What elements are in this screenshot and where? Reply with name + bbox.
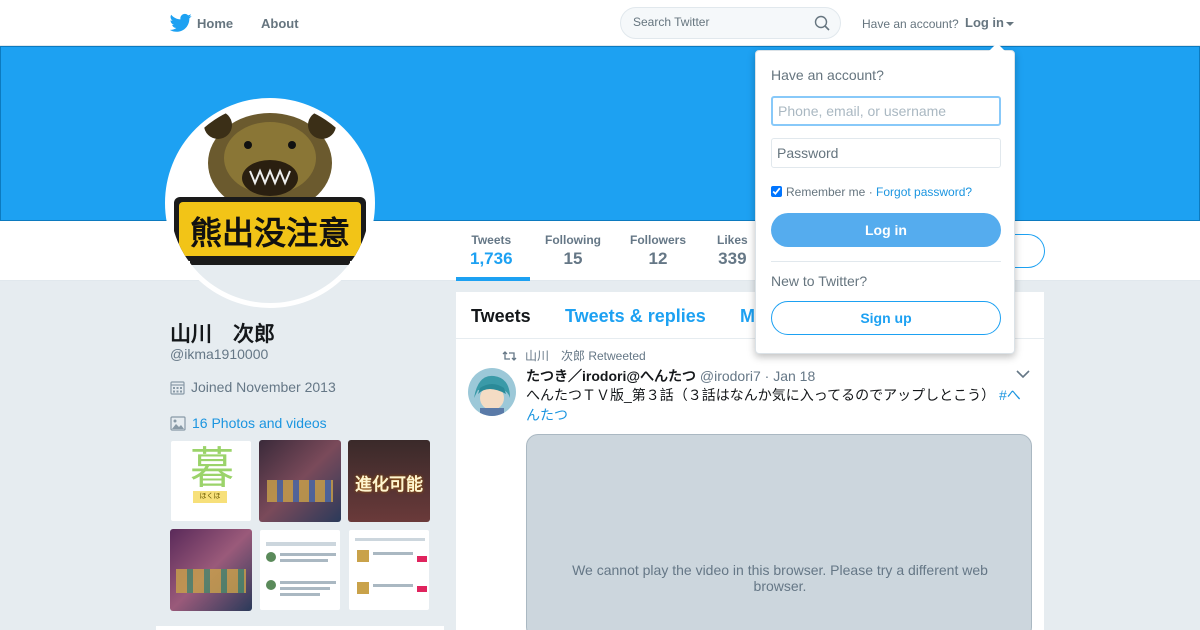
stat-label: Following bbox=[545, 233, 601, 247]
thumbnail-glyph: 進化可能 bbox=[355, 475, 423, 494]
thumbnail-line bbox=[266, 542, 336, 546]
joined-date: Joined November 2013 bbox=[170, 379, 336, 395]
divider bbox=[771, 261, 1001, 262]
calendar-icon bbox=[170, 381, 185, 395]
avatar-sign-text: 熊出没注意 bbox=[190, 214, 350, 252]
profile-handle[interactable]: @ikma1910000 bbox=[170, 346, 268, 362]
tweet-body: へんたつＴＶ版_第３話（３話はなんか気に入ってるのでアップしとこう） bbox=[526, 387, 996, 403]
login-link-label: Log in bbox=[965, 15, 1004, 30]
caret-down-icon bbox=[1006, 21, 1014, 26]
stat-value: 1,736 bbox=[470, 249, 513, 268]
author-avatar-image bbox=[468, 368, 516, 416]
media-thumbnail[interactable] bbox=[170, 529, 252, 611]
have-account-text: Have an account? bbox=[862, 17, 959, 31]
stat-tweets[interactable]: Tweets 1,736 bbox=[470, 233, 513, 269]
thumbnail-avatar bbox=[266, 580, 276, 590]
tweet-text: へんたつＴＶ版_第３話（３話はなんか気に入ってるのでアップしとこう） #へんたつ bbox=[526, 385, 1031, 425]
remember-me-label[interactable]: Remember me bbox=[786, 185, 865, 199]
thumbnail-avatar bbox=[266, 552, 276, 562]
thumbnail-badge bbox=[417, 586, 427, 592]
thumbnail-caption: ほくほ bbox=[193, 491, 227, 503]
login-dropdown: Have an account? Remember me · Forgot pa… bbox=[755, 43, 1015, 354]
thumbnail-badge bbox=[417, 556, 427, 562]
stat-value: 12 bbox=[648, 249, 668, 268]
thumbnail-line bbox=[280, 587, 330, 590]
stat-value: 15 bbox=[563, 249, 583, 268]
media-thumbnail[interactable]: 暮 ほくほ bbox=[170, 440, 252, 522]
thumbnail-line bbox=[280, 553, 336, 556]
stat-followers[interactable]: Followers 12 bbox=[630, 233, 686, 269]
stat-label: Likes bbox=[717, 233, 748, 247]
photos-videos-link[interactable]: 16 Photos and videos bbox=[170, 415, 327, 431]
password-input[interactable] bbox=[771, 138, 1001, 168]
thumbnail-line bbox=[280, 593, 320, 596]
stat-likes[interactable]: Likes 339 bbox=[717, 233, 748, 269]
video-unsupported-message: We cannot play the video in this browser… bbox=[572, 562, 988, 594]
profile-name[interactable]: 山川 次郎 bbox=[170, 318, 275, 348]
thumbnail-glyph: 暮 bbox=[190, 443, 234, 494]
username-input[interactable] bbox=[771, 96, 1001, 126]
bear-warning-logo: 熊出没注意 bbox=[170, 103, 370, 303]
media-thumbnail[interactable] bbox=[348, 529, 430, 611]
retweet-context: 山川 次郎 Retweeted bbox=[502, 347, 646, 364]
signup-button[interactable]: Sign up bbox=[771, 301, 1001, 335]
stat-label: Followers bbox=[630, 233, 687, 247]
tweet-header: たつき／irodori@へんたつ @irodori7 · Jan 18 bbox=[526, 366, 815, 386]
search-input[interactable] bbox=[633, 15, 803, 29]
search-icon[interactable] bbox=[814, 15, 830, 31]
tweet-author-avatar[interactable] bbox=[468, 368, 516, 416]
stat-label: Tweets bbox=[471, 233, 512, 247]
chevron-down-icon[interactable] bbox=[1016, 369, 1030, 379]
twitter-bird-icon[interactable] bbox=[170, 13, 192, 33]
remember-me-checkbox[interactable] bbox=[771, 186, 782, 197]
tab-media[interactable]: M bbox=[740, 306, 755, 327]
joined-text: Joined November 2013 bbox=[191, 379, 336, 395]
remember-row: Remember me · Forgot password? bbox=[771, 185, 972, 199]
login-button[interactable]: Log in bbox=[771, 213, 1001, 247]
photos-link-label: 16 Photos and videos bbox=[192, 415, 327, 431]
tab-tweets[interactable]: Tweets bbox=[471, 306, 531, 327]
search-box bbox=[620, 7, 841, 39]
thumbnail-cards bbox=[267, 480, 333, 502]
top-nav: Home About Have an account? Log in bbox=[0, 0, 1200, 46]
dropdown-caret bbox=[989, 43, 1005, 51]
dropdown-title: Have an account? bbox=[771, 67, 884, 83]
profile-avatar[interactable]: 熊出没注意 bbox=[165, 98, 375, 308]
photo-icon bbox=[170, 416, 186, 431]
tab-tweets-replies[interactable]: Tweets & replies bbox=[565, 306, 706, 327]
forgot-password-link[interactable]: Forgot password? bbox=[876, 185, 972, 199]
thumbnail-line bbox=[280, 559, 328, 562]
login-dropdown-toggle[interactable]: Log in bbox=[965, 15, 1014, 30]
retweet-text[interactable]: 山川 次郎 Retweeted bbox=[525, 349, 646, 363]
left-module-edge bbox=[156, 626, 444, 630]
stat-value: 339 bbox=[718, 249, 747, 268]
tweet-author-handle[interactable]: @irodori7 bbox=[700, 368, 761, 384]
stat-following[interactable]: Following 15 bbox=[545, 233, 601, 269]
thumbnail-cards bbox=[176, 569, 246, 593]
new-to-twitter-text: New to Twitter? bbox=[771, 273, 868, 289]
separator: · bbox=[865, 185, 877, 199]
nav-home-link[interactable]: Home bbox=[197, 16, 233, 31]
video-player[interactable]: We cannot play the video in this browser… bbox=[526, 434, 1032, 630]
thumbnail-line bbox=[373, 584, 413, 587]
thumbnail-image bbox=[357, 550, 369, 562]
nav-about-link[interactable]: About bbox=[261, 16, 299, 31]
media-thumbnail[interactable]: 進化可能 bbox=[348, 440, 430, 522]
tweet-author-name[interactable]: たつき／irodori@へんたつ bbox=[526, 368, 696, 384]
active-tab-underline bbox=[456, 277, 530, 281]
thumbnail-line bbox=[373, 552, 413, 555]
thumbnail-image bbox=[357, 582, 369, 594]
retweet-icon bbox=[502, 351, 517, 361]
thumbnail-line bbox=[355, 538, 425, 541]
media-thumbnail[interactable] bbox=[259, 529, 341, 611]
thumbnail-line bbox=[280, 581, 336, 584]
media-thumbnail[interactable] bbox=[259, 440, 341, 522]
tweet-date[interactable]: · Jan 18 bbox=[765, 368, 816, 384]
